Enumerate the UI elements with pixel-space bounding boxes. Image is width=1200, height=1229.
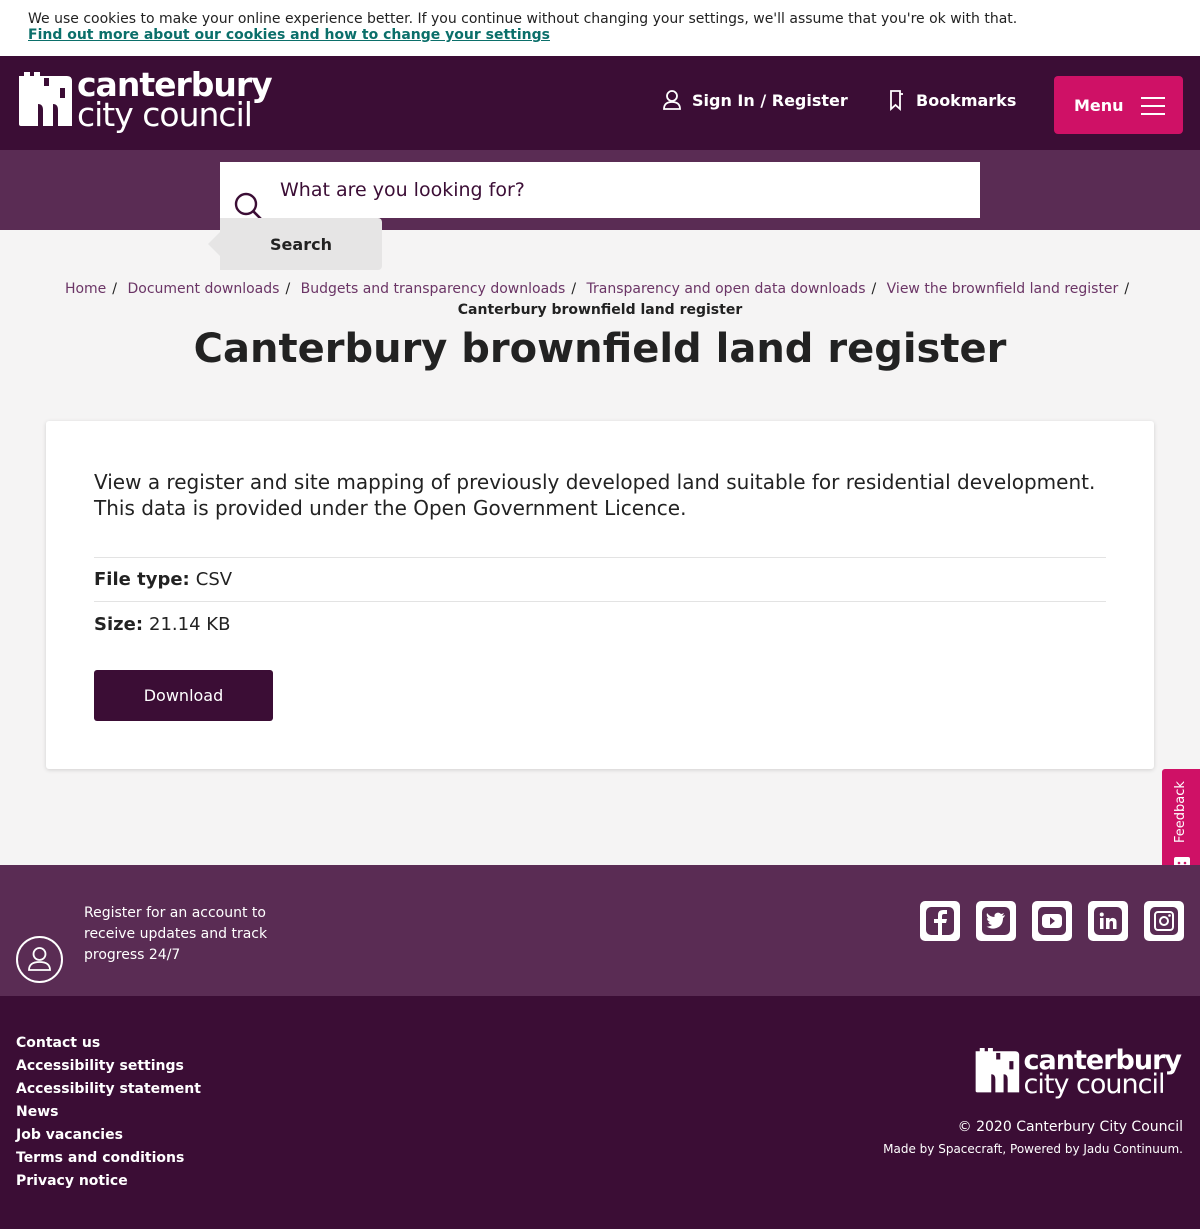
footer-links: Contact us Accessibility settings Access… — [16, 1032, 201, 1193]
bookmarks-link[interactable]: Bookmarks — [888, 89, 1016, 111]
breadcrumb-transparency-open-data[interactable]: Transparency and open data downloads — [587, 281, 866, 297]
menu-button[interactable]: Menu — [1054, 76, 1183, 134]
twitter-icon[interactable] — [976, 901, 1016, 941]
logo-wordmark: canterbury city council — [77, 68, 273, 134]
page-title: Canterbury brownfield land register — [193, 326, 1007, 372]
footer-link-privacy[interactable]: Privacy notice — [16, 1170, 201, 1193]
made-by-text: Made by Spacecraft, Powered by Jadu Cont… — [883, 1142, 1183, 1156]
bookmarks-label: Bookmarks — [916, 90, 1017, 110]
linkedin-icon[interactable] — [1088, 901, 1128, 941]
file-size-row: Size: 21.14 KB — [94, 602, 1106, 646]
site-header: canterbury city council Sign In / Regist… — [0, 56, 1200, 150]
search-band — [0, 150, 1200, 230]
bookmark-icon — [888, 89, 906, 111]
search-box — [220, 162, 980, 220]
youtube-icon[interactable] — [1032, 901, 1072, 941]
file-size-label: Size: — [94, 613, 144, 635]
footer-logo-line-2: city council — [1023, 1069, 1166, 1100]
footer-link-terms[interactable]: Terms and conditions — [16, 1147, 201, 1170]
cookie-message: We use cookies to make your online exper… — [28, 11, 1018, 27]
site-footer: Contact us Accessibility settings Access… — [0, 996, 1200, 1229]
feedback-label: Feedback — [1173, 781, 1188, 843]
footer-register-band: Register for an account to receive updat… — [0, 865, 1200, 996]
breadcrumb-brownfield-register[interactable]: View the brownfield land register — [887, 281, 1119, 297]
sign-in-register-link[interactable]: Sign In / Register — [662, 89, 848, 111]
menu-label: Menu — [1074, 95, 1124, 115]
register-account-icon — [16, 936, 63, 983]
copyright-text: © 2020 Canterbury City Council — [957, 1119, 1183, 1135]
footer-logo-wordmark: canterbury city council — [1023, 1047, 1182, 1100]
instagram-icon[interactable] — [1144, 901, 1184, 941]
logo-line-2: city council — [77, 95, 253, 134]
file-meta: File type: CSV Size: 21.14 KB — [94, 557, 1106, 646]
file-size-value: 21.14 KB — [149, 613, 231, 635]
breadcrumb-budgets-transparency[interactable]: Budgets and transparency downloads — [301, 281, 566, 297]
file-type-label: File type: — [94, 569, 190, 590]
footer-link-accessibility-settings[interactable]: Accessibility settings — [16, 1055, 201, 1078]
file-type-value: CSV — [195, 569, 233, 590]
breadcrumb-home[interactable]: Home — [65, 281, 106, 297]
user-icon — [662, 89, 682, 111]
hamburger-icon — [1141, 97, 1165, 121]
footer-logo[interactable]: canterbury city council — [974, 1046, 1182, 1100]
breadcrumb: Home / Document downloads / Budgets and tr… — [0, 279, 1200, 321]
cathedral-logo-icon — [17, 70, 73, 130]
footer-link-news[interactable]: News — [16, 1101, 201, 1124]
search-input[interactable] — [280, 162, 970, 218]
sign-in-label: Sign In / Register — [692, 90, 848, 110]
breadcrumb-document-downloads[interactable]: Document downloads — [127, 281, 279, 297]
site-logo[interactable]: canterbury city council — [17, 68, 273, 134]
cookie-banner: We use cookies to make your online exper… — [0, 0, 1200, 56]
facebook-icon[interactable] — [920, 901, 960, 941]
footer-link-contact[interactable]: Contact us — [16, 1032, 201, 1055]
file-type-row: File type: CSV — [94, 558, 1106, 602]
download-button[interactable]: Download — [94, 670, 273, 721]
breadcrumb-current: Canterbury brownfield land register — [457, 302, 743, 318]
footer-link-jobs[interactable]: Job vacancies — [16, 1124, 201, 1147]
footer-link-accessibility-statement[interactable]: Accessibility statement — [16, 1078, 201, 1101]
document-description: View a register and site mapping of prev… — [94, 470, 1096, 520]
cookie-settings-link[interactable]: Find out more about our cookies and how … — [28, 27, 550, 43]
search-button[interactable]: Search — [220, 218, 382, 270]
download-card: View a register and site mapping of prev… — [46, 421, 1154, 769]
footer-cathedral-logo-icon — [974, 1046, 1020, 1100]
register-promo-text: Register for an account to receive updat… — [84, 905, 268, 963]
